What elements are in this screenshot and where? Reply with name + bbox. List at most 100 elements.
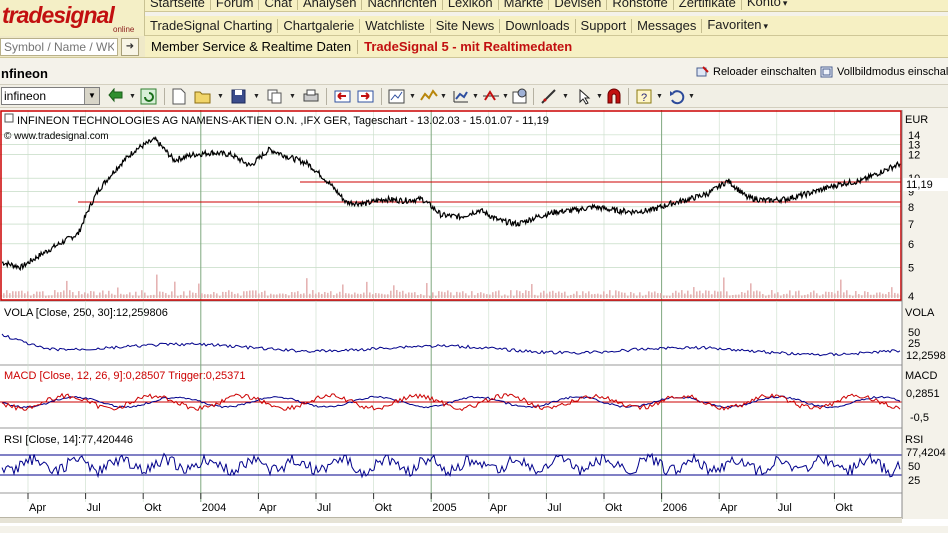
zoom-left-icon[interactable] bbox=[334, 88, 352, 105]
volume-bar bbox=[378, 293, 380, 298]
zoom-right-icon[interactable] bbox=[357, 88, 375, 105]
chart-type-icon[interactable] bbox=[388, 88, 406, 105]
nav-item-chartgalerie[interactable]: Chartgalerie bbox=[278, 18, 361, 33]
volume-bar bbox=[450, 292, 452, 298]
volume-bar bbox=[246, 291, 248, 298]
volume-bar bbox=[54, 290, 56, 298]
nav-item-konto[interactable]: Konto ▾ bbox=[742, 0, 793, 10]
volume-bar bbox=[51, 295, 53, 298]
volume-bar bbox=[381, 293, 383, 298]
volume-bar bbox=[63, 290, 65, 298]
volume-bar bbox=[111, 293, 113, 298]
volume-bar bbox=[201, 293, 203, 298]
copy-icon[interactable] bbox=[266, 88, 284, 105]
save-icon[interactable] bbox=[230, 88, 248, 105]
volume-bar bbox=[240, 295, 242, 298]
nav-item-zertifikate[interactable]: Zertifikate bbox=[674, 0, 742, 10]
volume-bar bbox=[132, 295, 134, 298]
magnet-icon[interactable] bbox=[605, 88, 623, 105]
undo-icon[interactable] bbox=[668, 88, 686, 105]
open-folder-icon[interactable] bbox=[194, 88, 212, 105]
nav-item-devisen[interactable]: Devisen bbox=[549, 0, 608, 10]
volume-bar bbox=[666, 295, 668, 298]
symbol-search-input[interactable] bbox=[0, 38, 118, 56]
volume-bar bbox=[708, 290, 710, 298]
nav-item-tradesignal-charting[interactable]: TradeSignal Charting bbox=[145, 18, 279, 33]
volume-bar bbox=[498, 290, 500, 298]
vola-panel-title[interactable]: VOLA [Close, 250, 30]:12,259806 bbox=[4, 307, 168, 319]
symbol-search-bar: ➜ bbox=[0, 36, 145, 58]
nav-item-märkte[interactable]: Märkte bbox=[499, 0, 550, 10]
chart-canvas[interactable]: INFINEON TECHNOLOGIES AG NAMENS-AKTIEN O… bbox=[0, 110, 948, 519]
nav-item-analysen[interactable]: Analysen bbox=[298, 0, 363, 10]
nav-item-downloads[interactable]: Downloads bbox=[500, 18, 576, 33]
strategies-icon[interactable] bbox=[452, 88, 470, 105]
settings-icon[interactable] bbox=[511, 88, 529, 105]
volume-bar bbox=[261, 292, 263, 298]
volume-bar bbox=[786, 293, 788, 298]
nav-item-support[interactable]: Support bbox=[576, 18, 633, 33]
pointer-icon[interactable] bbox=[576, 88, 594, 105]
refresh-icon[interactable] bbox=[140, 88, 158, 105]
volume-bar bbox=[171, 291, 173, 298]
volume-bar bbox=[57, 292, 59, 298]
time-axis-label: Jul bbox=[87, 502, 101, 514]
reloader-toggle[interactable]: Reloader einschalten bbox=[696, 66, 816, 78]
volume-bar bbox=[873, 294, 875, 298]
nav-item-messages[interactable]: Messages bbox=[632, 18, 703, 33]
volume-bar bbox=[597, 293, 599, 298]
print-icon[interactable] bbox=[302, 88, 320, 105]
nav-item-nachrichten[interactable]: Nachrichten bbox=[362, 0, 443, 10]
volume-bar bbox=[582, 291, 584, 298]
search-go-button[interactable]: ➜ bbox=[121, 38, 139, 56]
tradesignal5-promo-link[interactable]: TradeSignal 5 - mit Realtimedaten bbox=[358, 39, 578, 54]
volume-bar bbox=[765, 295, 767, 298]
nav-item-startseite[interactable]: Startseite bbox=[145, 0, 211, 10]
volume-bar bbox=[558, 291, 560, 298]
volume-bar bbox=[552, 290, 554, 298]
back-arrow-icon[interactable] bbox=[108, 88, 126, 105]
time-axis-label: 2005 bbox=[432, 502, 456, 514]
help-icon[interactable]: ? bbox=[636, 88, 654, 105]
volume-bar bbox=[606, 293, 608, 298]
new-document-icon[interactable] bbox=[170, 88, 188, 105]
volume-bar bbox=[234, 293, 236, 298]
logo-area[interactable]: tradesignal online bbox=[0, 0, 145, 36]
chart-area[interactable]: INFINEON TECHNOLOGIES AG NAMENS-AKTIEN O… bbox=[0, 110, 948, 526]
studies-icon[interactable] bbox=[482, 88, 500, 105]
nav-item-site-news[interactable]: Site News bbox=[431, 18, 501, 33]
volume-bar bbox=[768, 294, 770, 298]
volume-bar bbox=[699, 290, 701, 298]
macd-panel-title[interactable]: MACD [Close, 12, 26, 9]:0,28507 Trigger:… bbox=[4, 370, 246, 382]
draw-line-icon[interactable] bbox=[540, 88, 558, 105]
rsi-panel-title[interactable]: RSI [Close, 14]:77,420446 bbox=[4, 434, 133, 446]
indicators-icon[interactable] bbox=[420, 88, 438, 105]
nav-item-rohstoffe[interactable]: Rohstoffe bbox=[607, 0, 674, 10]
nav-item-chat[interactable]: Chat bbox=[259, 0, 298, 10]
volume-bar bbox=[771, 290, 773, 298]
volume-bar bbox=[102, 290, 104, 298]
nav-item-favoriten[interactable]: Favoriten ▾ bbox=[702, 18, 773, 33]
volume-bar bbox=[360, 293, 362, 298]
volume-bar bbox=[789, 290, 791, 298]
volume-bar bbox=[717, 291, 719, 298]
symbol-combobox[interactable]: infineon ▼ bbox=[1, 87, 100, 105]
combobox-dropdown-button[interactable]: ▼ bbox=[84, 88, 99, 104]
member-service-link[interactable]: Member Service & Realtime Daten bbox=[145, 39, 359, 54]
volume-bar bbox=[66, 280, 68, 298]
nav-item-lexikon[interactable]: Lexikon bbox=[443, 0, 499, 10]
fullscreen-toggle[interactable]: Vollbildmodus einschalten bbox=[820, 66, 948, 78]
volume-bar bbox=[465, 293, 467, 298]
volume-bar bbox=[252, 290, 254, 298]
nav-item-forum[interactable]: Forum bbox=[211, 0, 260, 10]
volume-bar bbox=[30, 295, 32, 298]
volume-bar bbox=[312, 290, 314, 298]
volume-bar bbox=[519, 291, 521, 298]
volume-bar bbox=[198, 283, 200, 298]
nav-item-watchliste[interactable]: Watchliste bbox=[360, 18, 431, 33]
horizontal-scrollbar[interactable] bbox=[0, 517, 902, 523]
volume-bar bbox=[591, 294, 593, 298]
volume-bar bbox=[60, 292, 62, 298]
volume-bar bbox=[840, 279, 842, 298]
volume-bar bbox=[546, 293, 548, 298]
